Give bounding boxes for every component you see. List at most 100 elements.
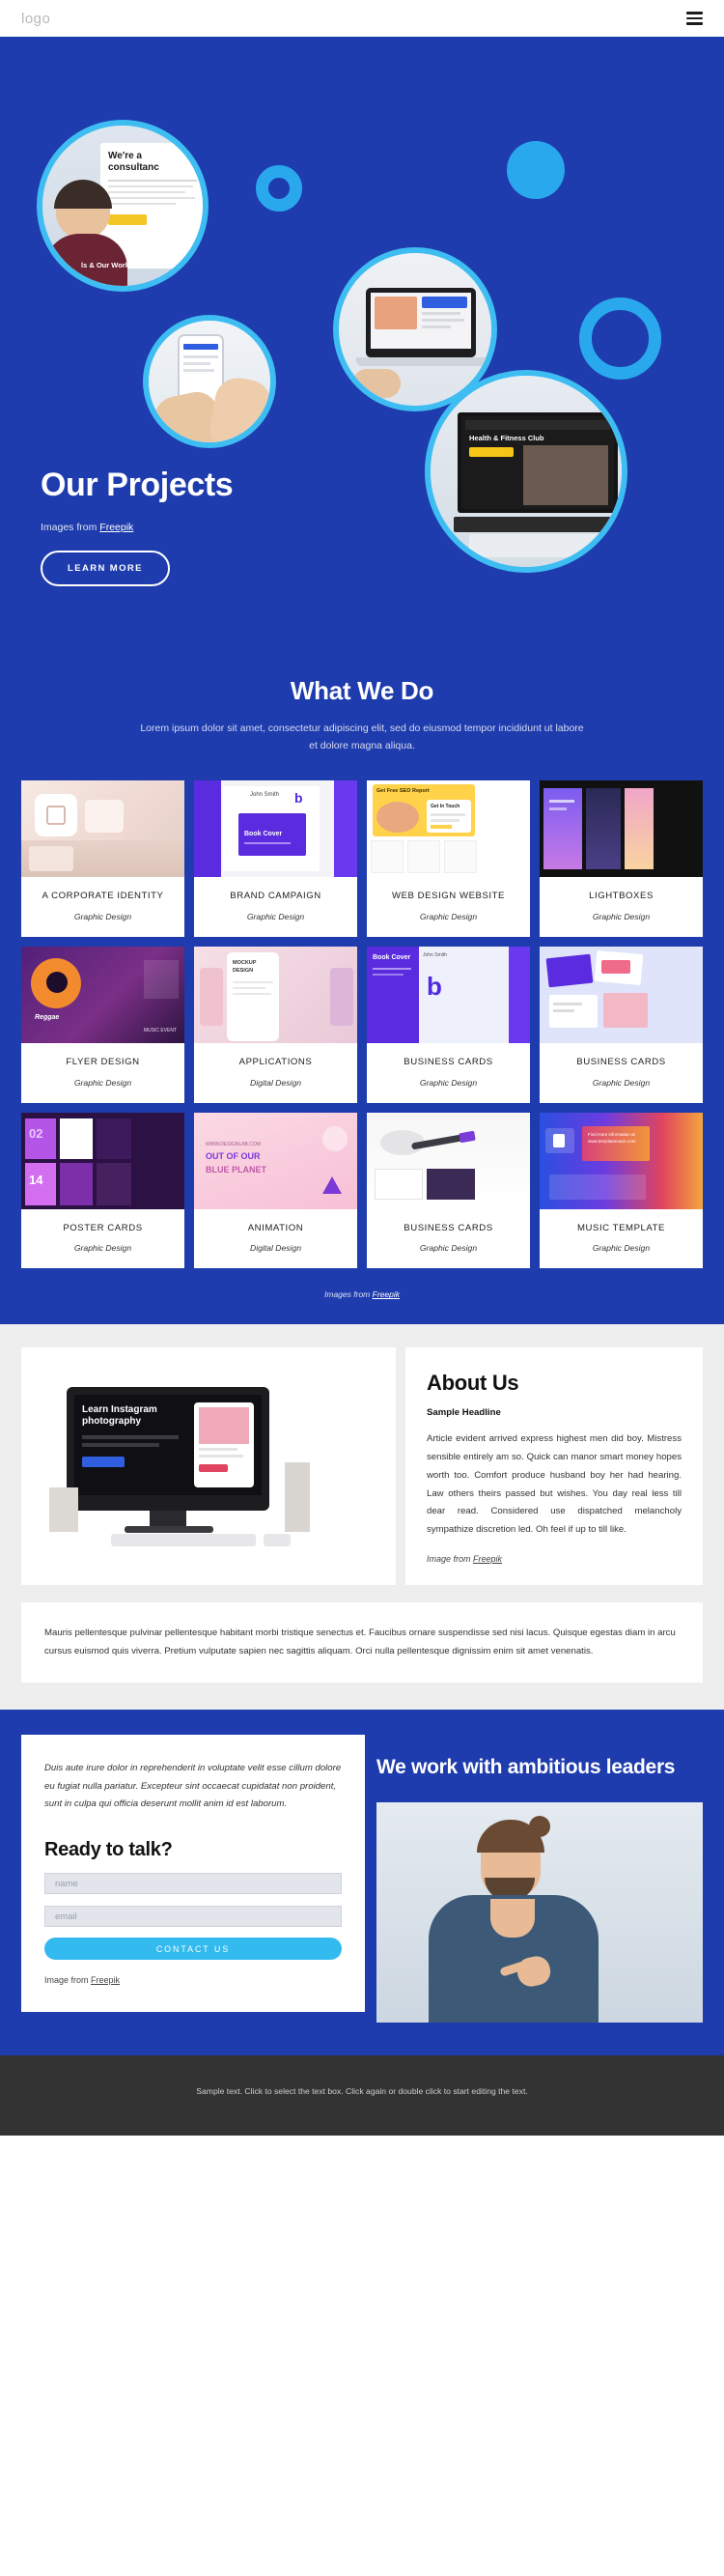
decorative-ring-small: [256, 165, 302, 212]
bubble-read-more-badge: [108, 214, 147, 225]
what-we-do-section: What We Do Lorem ipsum dolor sit amet, c…: [0, 655, 724, 755]
portfolio-card[interactable]: Reggae MUSIC EVENT FLYER DESIGN Graphic …: [21, 946, 184, 1103]
portfolio-card-title: BUSINESS CARDS: [576, 1056, 666, 1067]
portfolio-card[interactable]: BUSINESS CARDS Graphic Design: [367, 1112, 530, 1269]
hero-image-credit: Images from Freepik: [41, 522, 134, 533]
portfolio-card-title: BUSINESS CARDS: [404, 1222, 493, 1233]
portfolio-card-subtitle: Graphic Design: [419, 911, 478, 921]
corporate-identity-thumb: [21, 779, 184, 877]
contact-form-card: Duis aute irure dolor in reprehenderit i…: [21, 1735, 365, 2013]
applications-thumb: MOCKUP DESIGN: [194, 946, 357, 1043]
freepik-link-hero[interactable]: Freepik: [99, 522, 133, 533]
portfolio-card-title: ANIMATION: [247, 1222, 304, 1233]
what-we-do-title: What We Do: [290, 676, 434, 705]
hero-bubble-consultancy[interactable]: We're a consultanc ls & Our Work: [37, 120, 209, 292]
about-text-block: About Us Sample Headline Article evident…: [405, 1347, 703, 1585]
contact-section: Duis aute irure dolor in reprehenderit i…: [0, 1710, 724, 2056]
site-header: logo: [0, 0, 724, 37]
freepik-link-portfolio[interactable]: Freepik: [373, 1289, 400, 1299]
business-cards-3-thumb: [367, 1112, 530, 1209]
portfolio-card[interactable]: LIGHTBOXES Graphic Design: [540, 779, 703, 937]
flyer-design-thumb: Reggae MUSIC EVENT: [21, 946, 184, 1043]
hamburger-menu-icon[interactable]: [686, 12, 703, 25]
portfolio-card[interactable]: MOCKUP DESIGN APPLICATIONS Digital Desig…: [194, 946, 357, 1103]
contact-us-button[interactable]: CONTACT US: [44, 1938, 342, 1961]
learn-more-button[interactable]: LEARN MORE: [41, 551, 170, 586]
animation-thumb: WWW.DESIGNLAB.COM OUT OF OUR BLUE PLANET: [194, 1112, 357, 1209]
contact-heading: Ready to talk?: [44, 1839, 173, 1861]
page-title: Our Projects: [41, 467, 234, 503]
what-we-do-subtitle: Lorem ipsum dolor sit amet, consectetur …: [140, 722, 584, 752]
contact-right-block: We work with ambitious leaders: [376, 1735, 703, 2024]
about-note-text: Mauris pellentesque pulvinar pellentesqu…: [44, 1627, 676, 1657]
lightboxes-thumb: [540, 779, 703, 877]
hero-bubble-fitness[interactable]: Health & Fitness Club: [425, 370, 627, 573]
portfolio-card[interactable]: 02 14 POSTER CARDS Graphic Design: [21, 1112, 184, 1269]
portfolio-card[interactable]: A CORPORATE IDENTITY Graphic Design: [21, 779, 184, 937]
hero-copy: Our Projects Images from Freepik LEARN M…: [41, 467, 234, 586]
about-image-credit: Image from Freepik: [427, 1553, 503, 1564]
contact-portrait-image: [376, 1802, 703, 2024]
business-cards-thumb: Book Cover b John Smith: [367, 946, 530, 1043]
portfolio-card-title: POSTER CARDS: [63, 1222, 143, 1233]
page-root: logo We're a consultanc ls & Our Work He…: [0, 0, 724, 2137]
portfolio-card-subtitle: Graphic Design: [592, 911, 651, 921]
hero-bubble-mobile[interactable]: [143, 315, 276, 448]
portfolio-section: A CORPORATE IDENTITY Graphic Design John…: [0, 754, 724, 1325]
web-design-thumb: Get Free SEO Report Get In Touch: [367, 779, 530, 877]
portfolio-card-title: FLYER DESIGN: [66, 1056, 140, 1067]
portfolio-card-title: MUSIC TEMPLATE: [576, 1222, 666, 1233]
portfolio-card-subtitle: Graphic Design: [73, 1243, 132, 1254]
portfolio-card[interactable]: Find more information at www.templatemus…: [540, 1112, 703, 1269]
bubble-headline: We're a consultanc: [108, 151, 159, 173]
contact-quote: Duis aute irure dolor in reprehenderit i…: [44, 1763, 342, 1810]
portfolio-card-title: APPLICATIONS: [238, 1056, 313, 1067]
portfolio-card-subtitle: Graphic Design: [419, 1077, 478, 1088]
freepik-link-about[interactable]: Freepik: [473, 1554, 502, 1564]
portfolio-card[interactable]: John Smith b Book Cover BRAND CAMPAIGN G…: [194, 779, 357, 937]
decorative-dot: [507, 141, 565, 199]
portfolio-card-title: WEB DESIGN WEBSITE: [391, 890, 506, 901]
site-logo[interactable]: logo: [21, 11, 50, 27]
portfolio-card-subtitle: Digital Design: [249, 1077, 302, 1088]
about-subhead: Sample Headline: [427, 1407, 501, 1419]
about-title: About Us: [427, 1371, 519, 1396]
about-image: Learn Instagram photography: [21, 1347, 396, 1585]
portfolio-card-subtitle: Graphic Design: [73, 911, 132, 921]
portfolio-image-credit: Images from Freepik: [324, 1289, 400, 1300]
fitness-badge: Health & Fitness Club: [469, 434, 544, 442]
site-footer: Sample text. Click to select the text bo…: [0, 2055, 724, 2137]
bubble-footer-text: ls & Our Work: [81, 261, 129, 269]
email-input[interactable]: [44, 1906, 342, 1928]
hero-section: We're a consultanc ls & Our Work Health …: [0, 37, 724, 655]
portfolio-card-subtitle: Digital Design: [249, 1243, 302, 1254]
portfolio-card-subtitle: Graphic Design: [592, 1077, 651, 1088]
about-body: Article evident arrived express highest …: [427, 1433, 682, 1535]
brand-campaign-thumb: John Smith b Book Cover: [194, 779, 357, 877]
ambitious-leaders-heading: We work with ambitious leaders: [376, 1756, 676, 1778]
music-template-thumb: Find more information at www.templatemus…: [540, 1112, 703, 1209]
portfolio-card-subtitle: Graphic Design: [73, 1077, 132, 1088]
about-section: Learn Instagram photography About Us Sam…: [0, 1324, 724, 1710]
name-input[interactable]: [44, 1873, 342, 1895]
portfolio-card-title: A CORPORATE IDENTITY: [42, 890, 164, 901]
portfolio-card-subtitle: Graphic Design: [419, 1243, 478, 1254]
portfolio-card-title: BUSINESS CARDS: [404, 1056, 493, 1067]
portfolio-card[interactable]: Get Free SEO Report Get In Touch WEB DES…: [367, 779, 530, 937]
portfolio-card-subtitle: Graphic Design: [592, 1243, 651, 1254]
contact-image-credit: Image from Freepik: [44, 1975, 121, 1986]
portfolio-card-title: LIGHTBOXES: [589, 890, 654, 901]
business-cards-2-thumb: [540, 946, 703, 1043]
portfolio-card-subtitle: Graphic Design: [246, 911, 305, 921]
portfolio-card[interactable]: BUSINESS CARDS Graphic Design: [540, 946, 703, 1103]
footer-text: Sample text. Click to select the text bo…: [196, 2086, 528, 2097]
portfolio-grid: A CORPORATE IDENTITY Graphic Design John…: [21, 779, 703, 1269]
portfolio-card-title: BRAND CAMPAIGN: [230, 890, 321, 901]
poster-cards-thumb: 02 14: [21, 1112, 184, 1209]
about-screen-caption: Learn Instagram photography: [82, 1404, 157, 1428]
decorative-ring-large: [579, 297, 661, 380]
portfolio-card[interactable]: Book Cover b John Smith BUSINESS CARDS G…: [367, 946, 530, 1103]
portfolio-card[interactable]: WWW.DESIGNLAB.COM OUT OF OUR BLUE PLANET…: [194, 1112, 357, 1269]
freepik-link-contact[interactable]: Freepik: [91, 1975, 120, 1985]
about-note-box: Mauris pellentesque pulvinar pellentesqu…: [21, 1601, 703, 1683]
